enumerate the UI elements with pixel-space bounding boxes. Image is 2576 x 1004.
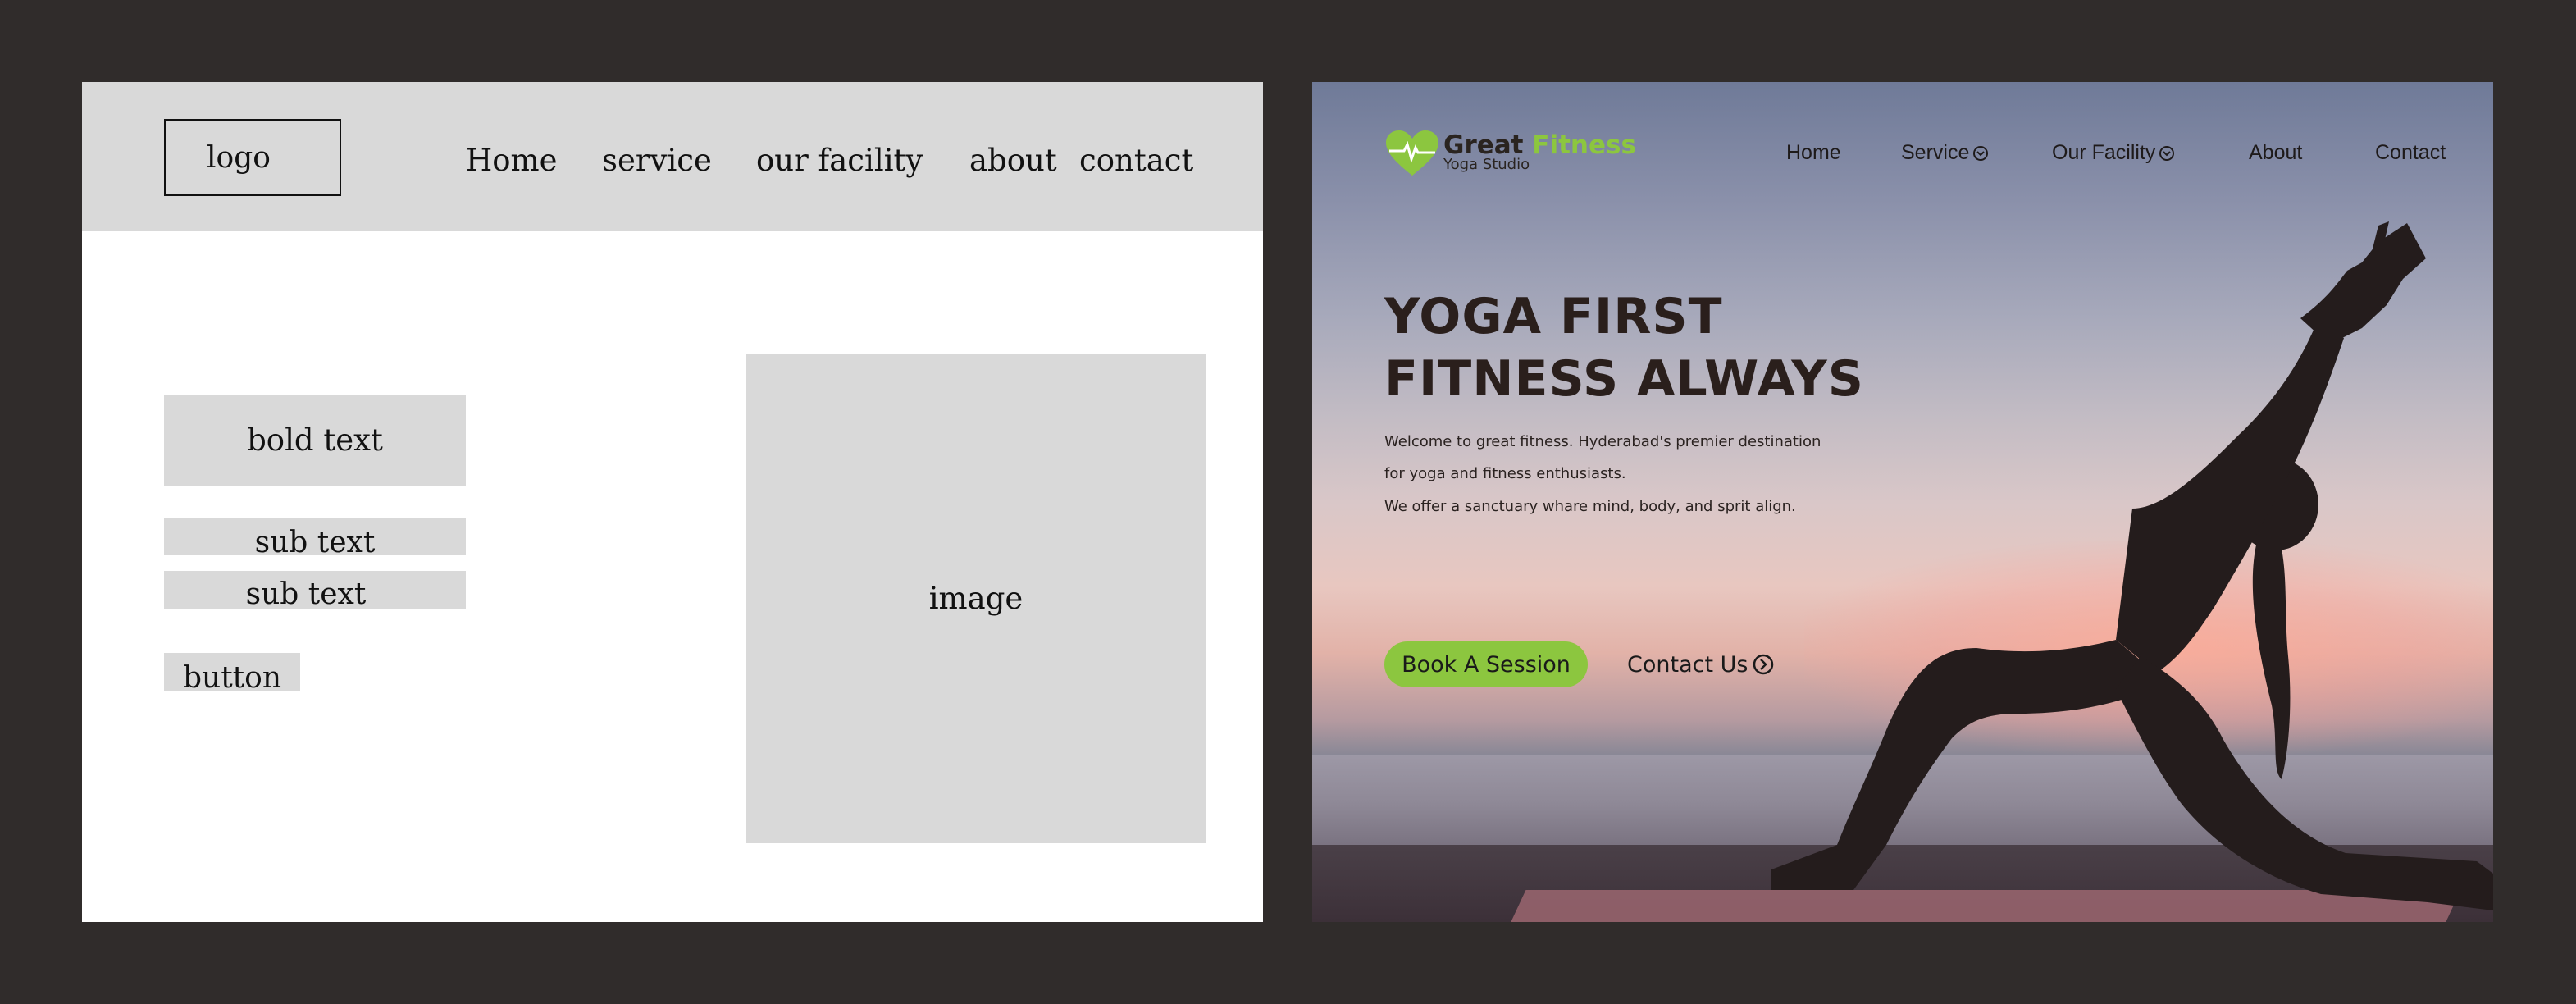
hero-title: YOGA FIRST FITNESS ALWAYS [1384, 285, 1864, 410]
heart-pulse-icon [1386, 130, 1438, 176]
hero-paragraph-line-2: for yoga and fitness enthusiasts. [1384, 465, 1626, 482]
book-session-button[interactable]: Book A Session [1384, 641, 1588, 687]
chevron-down-circle-icon [1973, 145, 1989, 161]
contact-us-button[interactable]: Contact Us [1627, 645, 1774, 684]
wireframe-sub-text-1: sub text [164, 518, 466, 559]
hero-title-line-1: YOGA FIRST [1384, 288, 1723, 345]
brand-logo[interactable]: Great Fitness Yoga Studio [1384, 130, 1636, 177]
nav-about-label: About [2249, 141, 2303, 164]
nav-contact[interactable]: Contact [2375, 141, 2446, 165]
wireframe-nav-contact[interactable]: contact [1079, 143, 1193, 178]
nav-our-facility[interactable]: Our Facility [2052, 141, 2175, 165]
wireframe-image: image [746, 354, 1206, 843]
wireframe-nav-service[interactable]: service [602, 143, 712, 178]
nav-contact-label: Contact [2375, 141, 2446, 164]
wireframe-nav-home[interactable]: Home [466, 143, 558, 178]
hero-paragraph-line-1: Welcome to great fitness. Hyderabad's pr… [1384, 433, 1821, 450]
nav-service[interactable]: Service [1901, 141, 1989, 165]
nav-facility-label: Our Facility [2052, 141, 2156, 164]
design-panel: Great Fitness Yoga Studio Home Service O… [1312, 82, 2493, 922]
nav-home[interactable]: Home [1786, 141, 1841, 165]
nav-about[interactable]: About [2249, 141, 2302, 165]
wireframe-nav-about[interactable]: about [969, 143, 1057, 178]
wireframe-button[interactable]: button [164, 653, 300, 695]
wireframe-sub-text-2: sub text [164, 571, 466, 611]
wireframe-nav-facility[interactable]: our facility [756, 143, 923, 178]
hero-title-line-2: FITNESS ALWAYS [1384, 350, 1864, 408]
nav-home-label: Home [1786, 141, 1841, 164]
hero-paragraph-line-3: We offer a sanctuary whare mind, body, a… [1384, 498, 1796, 515]
contact-us-label: Contact Us [1627, 651, 1748, 678]
wireframe-logo[interactable]: logo [164, 119, 341, 196]
wireframe-bold-text: bold text [164, 395, 466, 486]
chevron-down-circle-icon [2159, 145, 2175, 161]
nav-service-label: Service [1901, 141, 1970, 164]
wireframe-panel: logo Home service our facility about con… [82, 82, 1263, 922]
arrow-right-circle-icon [1753, 654, 1774, 675]
brand-name-fitness: Fitness [1532, 130, 1636, 160]
